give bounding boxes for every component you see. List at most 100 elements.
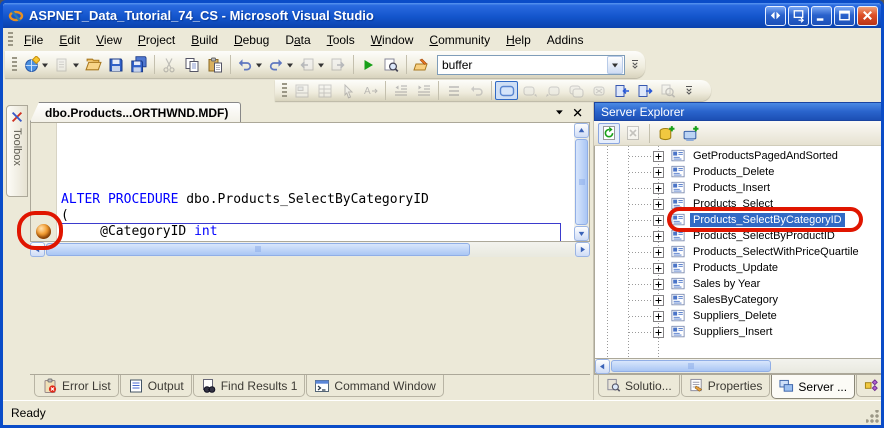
plus-expander-icon[interactable] (653, 199, 664, 210)
tree-item-label[interactable]: Products_SelectWithPriceQuartile (690, 245, 862, 259)
scrollbar-thumb[interactable] (575, 139, 588, 225)
grid-pane-button[interactable] (313, 81, 336, 100)
tree-item[interactable]: Products_Delete (595, 164, 884, 180)
server-explorer-titlebar[interactable]: Server Explorer (594, 102, 884, 121)
view-code-button[interactable] (410, 54, 433, 76)
tab-error-list[interactable]: Error List (34, 375, 119, 397)
plus-expander-icon[interactable] (653, 263, 664, 274)
scrollbar-track[interactable] (471, 242, 575, 257)
menu-window[interactable]: Window (363, 30, 422, 50)
plus-expander-icon[interactable] (653, 247, 664, 258)
menu-help[interactable]: Help (498, 30, 539, 50)
menu-file[interactable]: File (16, 30, 51, 50)
sql-code-editor[interactable]: ALTER PROCEDURE dbo.Products_SelectByCat… (57, 123, 574, 241)
menu-tools[interactable]: Tools (319, 30, 363, 50)
cut-button[interactable] (158, 54, 181, 76)
connect-server-button[interactable] (679, 123, 701, 144)
outdent-button[interactable] (389, 81, 412, 100)
tree-item-label[interactable]: GetProductsPagedAndSorted (690, 149, 841, 163)
join-left-button[interactable] (518, 81, 541, 100)
float-window-button[interactable] (788, 6, 809, 26)
editor-vertical-scrollbar[interactable] (574, 123, 589, 241)
combo-input[interactable] (438, 58, 607, 72)
minimize-button[interactable] (811, 6, 832, 26)
plus-expander-icon[interactable] (653, 311, 664, 322)
toolbar-grip[interactable] (282, 83, 287, 99)
resize-grip[interactable] (866, 410, 879, 423)
scroll-left-icon[interactable] (30, 242, 45, 257)
db-import-button[interactable] (610, 81, 633, 100)
dock-button[interactable] (765, 6, 786, 26)
scroll-right-icon[interactable] (575, 242, 590, 257)
code-line[interactable]: ALTER PROCEDURE dbo.Products_SelectByCat… (61, 192, 574, 208)
tree-item[interactable]: Suppliers_Insert (595, 324, 884, 340)
find-symbol-button[interactable] (380, 54, 403, 76)
file-list-dropdown-icon[interactable] (554, 107, 566, 119)
paste-button[interactable] (204, 54, 227, 76)
tree-item-label[interactable]: Products_Insert (690, 181, 773, 195)
refresh-button[interactable] (598, 123, 620, 144)
join-right-button[interactable] (541, 81, 564, 100)
tab-server-[interactable]: Server ... (771, 375, 855, 399)
tree-item-label[interactable]: Sales by Year (690, 277, 763, 291)
undo-checkout-button[interactable] (465, 81, 488, 100)
nav-backward-button[interactable] (296, 54, 319, 76)
plus-expander-icon[interactable] (653, 183, 664, 194)
menu-data[interactable]: Data (277, 30, 318, 50)
combo-dropdown-button[interactable] (607, 56, 623, 74)
new-website-button[interactable] (20, 54, 43, 76)
editor-tab[interactable]: dbo.Products...ORTHWND.MDF) (30, 102, 241, 122)
tree-item[interactable]: Products_SelectWithPriceQuartile (595, 244, 884, 260)
tree-item-label[interactable]: Suppliers_Insert (690, 325, 776, 339)
tab-output[interactable]: Output (120, 375, 192, 397)
toolbox-tab[interactable]: Toolbox (6, 105, 28, 197)
nav-forward-button[interactable] (327, 54, 350, 76)
menu-community[interactable]: Community (421, 30, 498, 50)
redo-button[interactable] (265, 54, 288, 76)
menu-edit[interactable]: Edit (51, 30, 88, 50)
tree-item[interactable]: Products_SelectByCategoryID (595, 212, 884, 228)
toolbar-options-chevron-icon[interactable] (628, 54, 641, 76)
db-export-button[interactable] (633, 81, 656, 100)
add-item-button[interactable] (51, 54, 74, 76)
close-document-icon[interactable] (572, 107, 584, 119)
tree-horizontal-scrollbar[interactable] (594, 359, 884, 374)
close-button[interactable] (857, 6, 878, 26)
tree-item[interactable]: Products_Select (595, 196, 884, 212)
tree-item-label[interactable]: Products_Select (690, 197, 776, 211)
code-line[interactable]: ) (61, 240, 574, 241)
server-explorer-tree[interactable]: GetProductsPagedAndSorted Products_Delete… (595, 146, 884, 358)
tree-item[interactable]: GetProductsPagedAndSorted (595, 148, 884, 164)
pointer-button[interactable] (336, 81, 359, 100)
code-line[interactable]: ( (61, 208, 574, 224)
toolbar-grip[interactable] (12, 57, 17, 73)
copy-button[interactable] (181, 54, 204, 76)
menu-project[interactable]: Project (130, 30, 183, 50)
group-by-button[interactable] (442, 81, 465, 100)
tab-class-view[interactable]: Class View (856, 375, 884, 397)
maximize-button[interactable] (834, 6, 855, 26)
connect-database-button[interactable] (655, 123, 677, 144)
tree-item[interactable]: Sales by Year (595, 276, 884, 292)
stop-refresh-button[interactable] (622, 123, 644, 144)
tree-item-label[interactable]: Products_Delete (690, 165, 777, 179)
sql-pane-button[interactable] (495, 81, 518, 100)
join-full-button[interactable] (564, 81, 587, 100)
tree-item[interactable]: Products_Insert (595, 180, 884, 196)
undo-button[interactable] (234, 54, 257, 76)
rename-button[interactable]: A (359, 81, 382, 100)
diagram-pane-button[interactable] (290, 81, 313, 100)
save-all-button[interactable] (128, 54, 151, 76)
tree-item-label[interactable]: Products_SelectByCategoryID (690, 213, 845, 227)
breakpoint-sphere-icon[interactable] (36, 224, 51, 239)
tab-find-results-1[interactable]: Find Results 1 (193, 375, 306, 397)
tree-item[interactable]: Suppliers_Delete (595, 308, 884, 324)
editor-horizontal-scrollbar[interactable] (30, 242, 590, 257)
toolbar-options-chevron-icon[interactable] (682, 80, 695, 102)
menubar-grip[interactable] (8, 32, 13, 48)
menu-build[interactable]: Build (183, 30, 226, 50)
tree-item[interactable]: Products_SelectByProductID (595, 228, 884, 244)
plus-expander-icon[interactable] (653, 231, 664, 242)
scroll-down-icon[interactable] (574, 226, 589, 241)
plus-expander-icon[interactable] (653, 167, 664, 178)
